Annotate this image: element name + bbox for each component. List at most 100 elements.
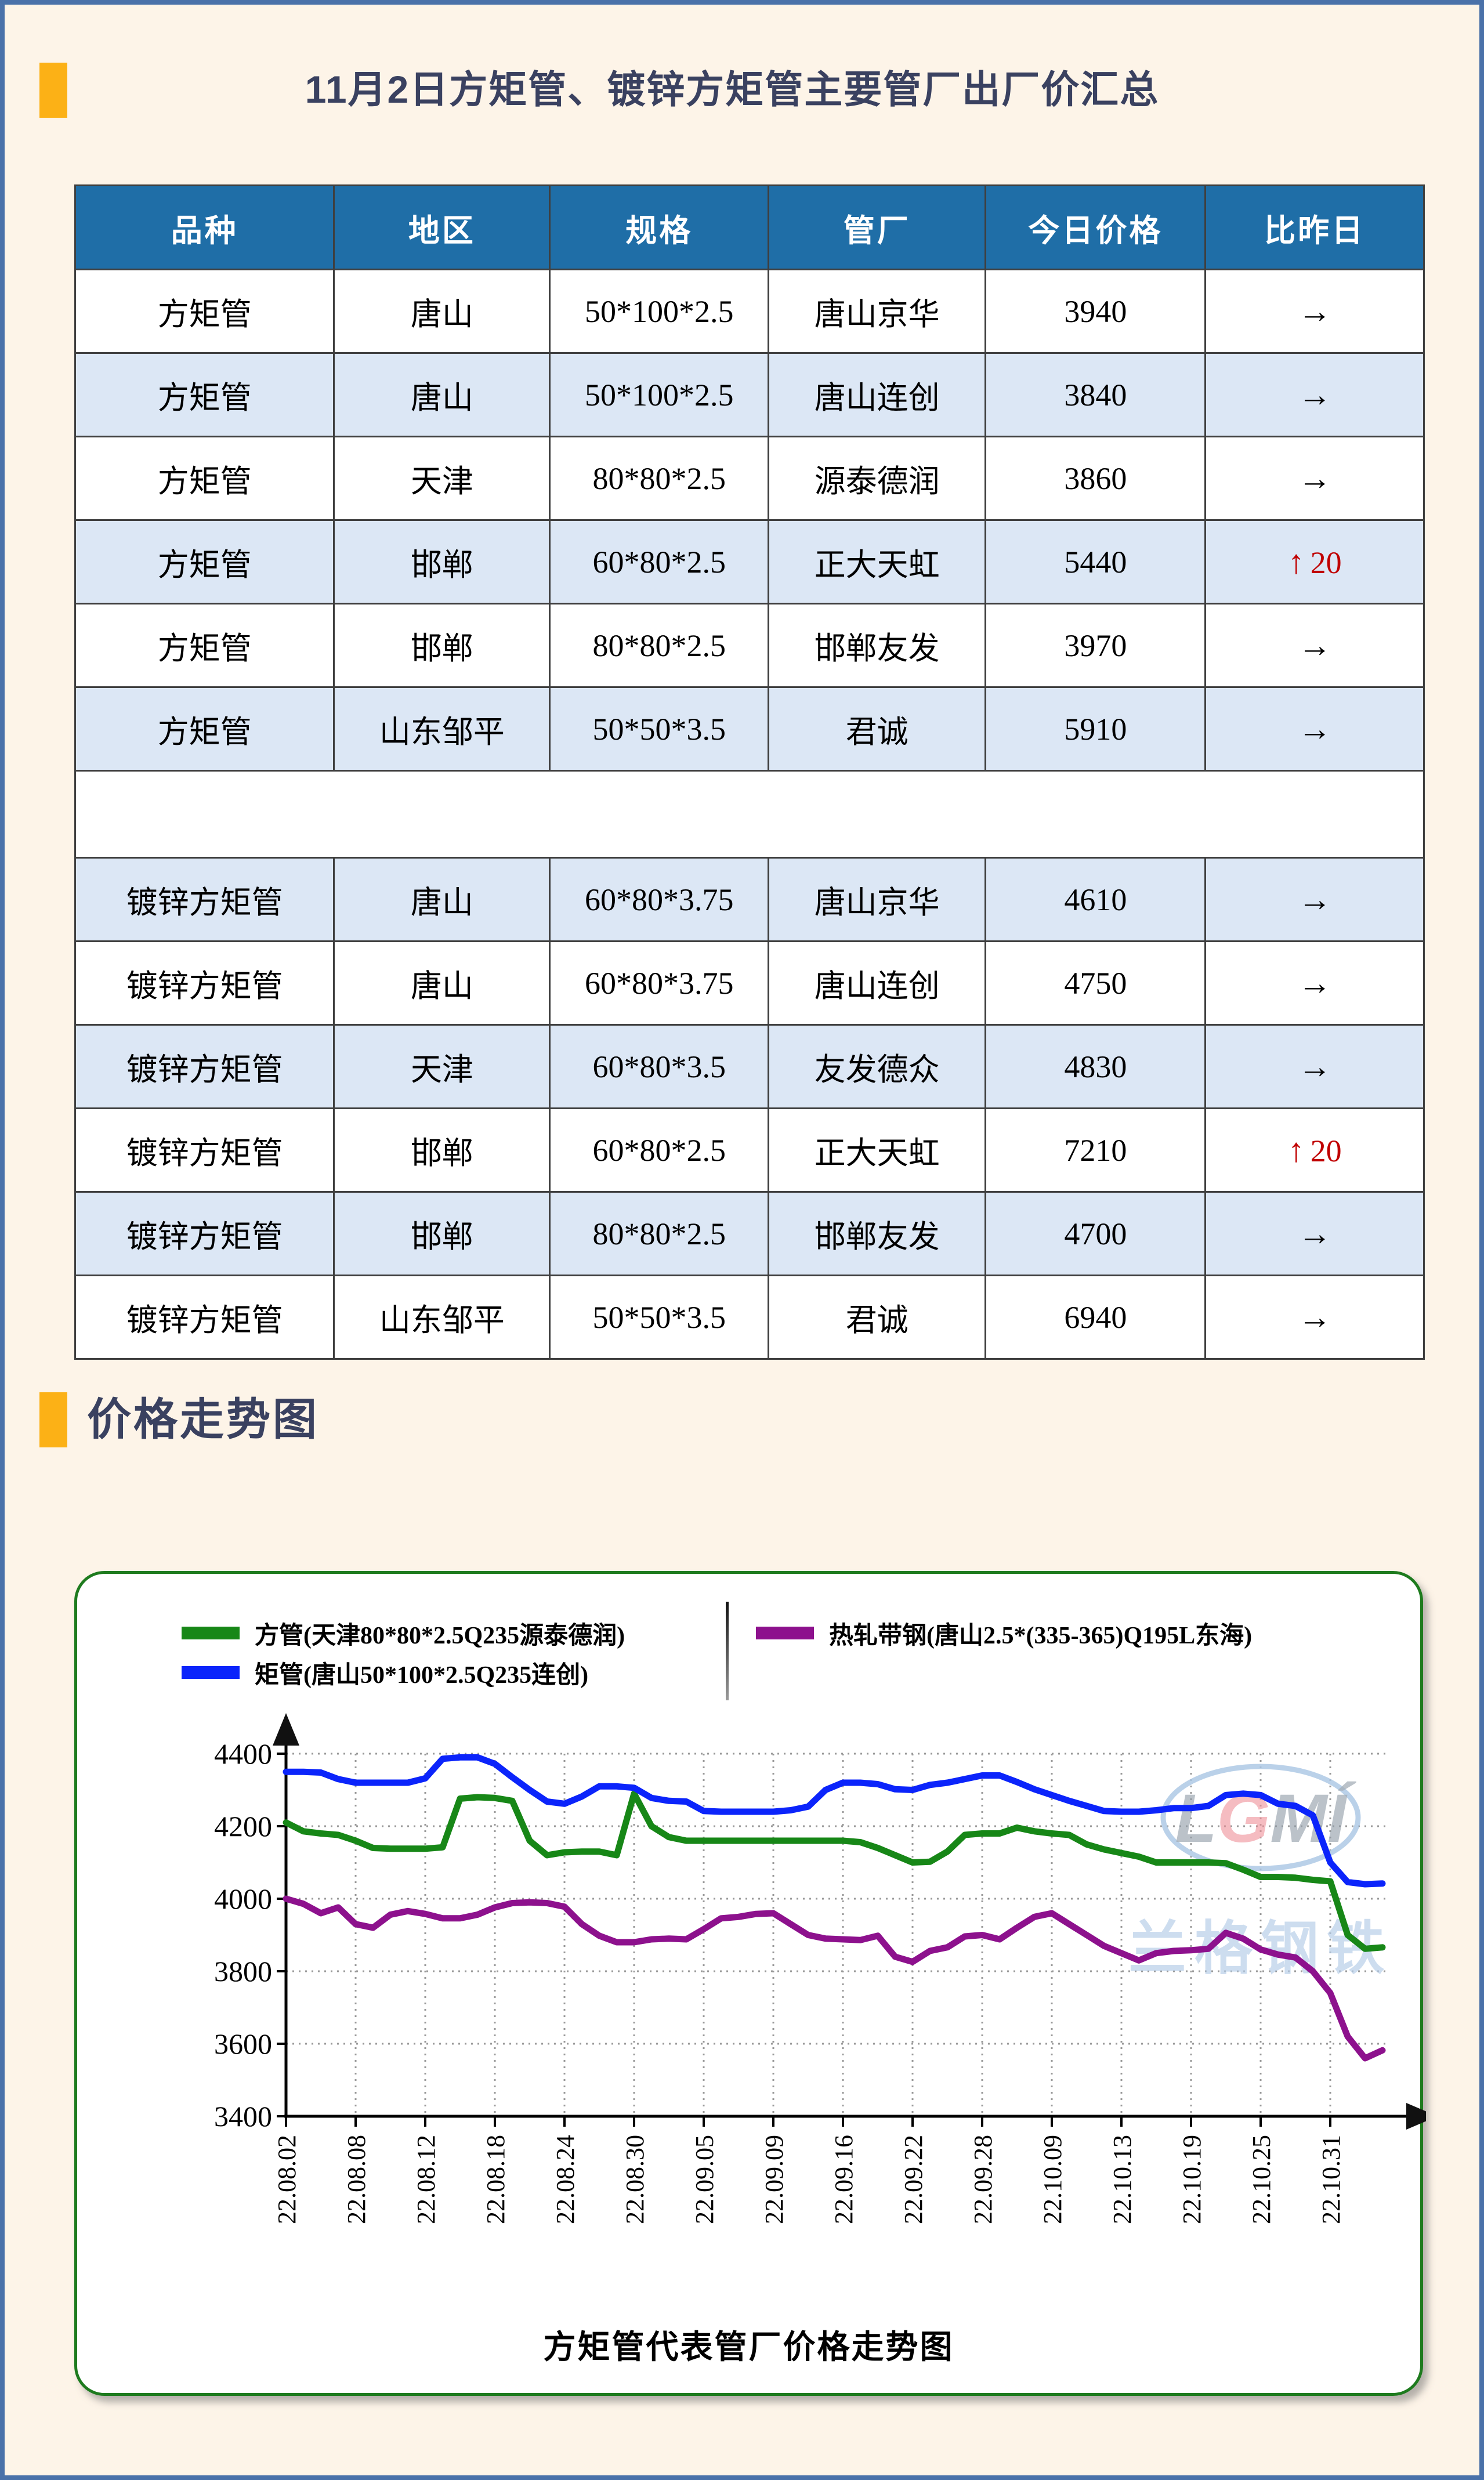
cell-variety: 镀锌方矩管: [74, 1024, 335, 1109]
cell-factory: 唐山连创: [768, 352, 987, 437]
table-row: 镀锌方矩管 邯郸 80*80*2.5 邯郸友发 4700 →: [74, 1191, 1425, 1276]
flat-arrow-icon: →: [1298, 1298, 1332, 1336]
svg-text:3800: 3800: [214, 1955, 272, 1987]
table-row: 方矩管 唐山 50*100*2.5 唐山京华 3940 →: [74, 269, 1425, 354]
cell-price: 4750: [984, 940, 1207, 1026]
svg-text:22.08.24: 22.08.24: [551, 2135, 580, 2224]
table-row: 镀锌方矩管 天津 60*80*3.5 友发德众 4830 →: [74, 1024, 1425, 1109]
table-row: 镀锌方矩管 邯郸 60*80*2.5 正大天虹 7210 ↑ 20: [74, 1107, 1425, 1193]
cell-change: ↑ 20: [1204, 1107, 1425, 1193]
cell-factory: 正大天虹: [768, 519, 987, 604]
cell-change: →: [1204, 269, 1425, 354]
cell-region: 唐山: [333, 857, 551, 942]
svg-text:4200: 4200: [214, 1810, 272, 1842]
cell-region: 唐山: [333, 269, 551, 354]
svg-text:22.10.13: 22.10.13: [1108, 2135, 1136, 2224]
cell-factory: 君诚: [768, 1275, 987, 1360]
column-header-0: 品种: [74, 184, 335, 270]
column-header-1: 地区: [333, 184, 551, 270]
cell-price: 3940: [984, 269, 1207, 354]
cell-factory: 邯郸友发: [768, 1191, 987, 1276]
cell-variety: 镀锌方矩管: [74, 1275, 335, 1360]
legend-label-fangguan: 方管(天津80*80*2.5Q235源泰德润): [255, 1622, 625, 1649]
cell-change: →: [1204, 686, 1425, 772]
svg-text:22.10.09: 22.10.09: [1038, 2135, 1067, 2224]
column-header-3: 管厂: [768, 184, 987, 270]
cell-region: 唐山: [333, 940, 551, 1026]
cell-spec: 80*80*2.5: [549, 1191, 770, 1276]
cell-change: ↑ 20: [1204, 519, 1425, 604]
cell-change: →: [1204, 857, 1425, 942]
table-row: 方矩管 邯郸 60*80*2.5 正大天虹 5440 ↑ 20: [74, 519, 1425, 604]
cell-change: →: [1204, 352, 1425, 437]
svg-text:3600: 3600: [214, 2028, 272, 2060]
legend-swatch-green: [182, 1627, 240, 1639]
cell-variety: 镀锌方矩管: [74, 857, 335, 942]
svg-text:22.08.08: 22.08.08: [342, 2135, 371, 2224]
cell-change: →: [1204, 603, 1425, 688]
column-header-5: 比昨日: [1204, 184, 1425, 270]
cell-price: 3970: [984, 603, 1207, 688]
cell-variety: 镀锌方矩管: [74, 1191, 335, 1276]
cell-price: 7210: [984, 1107, 1207, 1193]
cell-factory: 君诚: [768, 686, 987, 772]
svg-text:LGMÍ: LGMÍ: [1175, 1780, 1357, 1857]
cell-spec: 60*80*3.75: [549, 940, 770, 1026]
chart-title: 方矩管代表管厂价格走势图: [543, 2329, 954, 2365]
cell-factory: 唐山京华: [768, 269, 987, 354]
price-table: 品种 地区 规格 管厂 今日价格 比昨日 方矩管 唐山 50*100*2.5 唐山京华 3940 →…: [74, 184, 1425, 1360]
legend-swatch-blue: [182, 1666, 240, 1679]
svg-text:3400: 3400: [214, 2100, 272, 2133]
legend-label-juguan: 矩管(唐山50*100*2.5Q235连创): [255, 1661, 589, 1689]
cell-variety: 方矩管: [74, 352, 335, 437]
cell-variety: 方矩管: [74, 686, 335, 772]
flat-arrow-icon: →: [1298, 459, 1332, 497]
table-header-row: 品种 地区 规格 管厂 今日价格 比昨日: [74, 184, 1425, 270]
cell-factory: 邯郸友发: [768, 603, 987, 688]
trend-section-title: 价格走势图: [87, 1395, 319, 1444]
column-header-2: 规格: [549, 184, 770, 270]
cell-spec: 50*100*2.5: [549, 352, 770, 437]
up-arrow-icon: ↑: [1287, 543, 1305, 581]
cell-region: 邯郸: [333, 1107, 551, 1193]
cell-price: 5910: [984, 686, 1207, 772]
cell-price: 6940: [984, 1275, 1207, 1360]
cell-spec: 60*80*3.5: [549, 1024, 770, 1109]
trend-accent-square: [39, 1392, 67, 1447]
cell-price: 3840: [984, 352, 1207, 437]
cell-variety: 镀锌方矩管: [74, 940, 335, 1026]
trend-line-chart: LGMÍ 兰格钢铁 3400 3600 3800 4000 4200 4400 22.08.…: [77, 1707, 1438, 2305]
cell-variety: 方矩管: [74, 603, 335, 688]
flat-arrow-icon: →: [1298, 627, 1332, 664]
cell-change: →: [1204, 1191, 1425, 1276]
price-table-wrap: 品种 地区 规格 管厂 今日价格 比昨日 方矩管 唐山 50*100*2.5 唐山京华 3940 →…: [74, 184, 1425, 1360]
flat-arrow-icon: →: [1298, 881, 1332, 918]
cell-price: 5440: [984, 519, 1207, 604]
svg-text:22.09.16: 22.09.16: [830, 2135, 858, 2224]
legend-label-rezhadaigang: 热轧带钢(唐山2.5*(335-365)Q195L东海): [829, 1622, 1253, 1649]
table-row: 镀锌方矩管 山东邹平 50*50*3.5 君诚 6940 →: [74, 1275, 1425, 1360]
svg-text:22.08.02: 22.08.02: [273, 2135, 301, 2224]
flat-arrow-icon: →: [1298, 376, 1332, 414]
separator-cell: [74, 770, 1425, 859]
cell-spec: 80*80*2.5: [549, 436, 770, 521]
legend-item-juguan: 矩管(唐山50*100*2.5Q235连创): [182, 1655, 588, 1690]
svg-text:22.09.28: 22.09.28: [969, 2135, 997, 2224]
legend-item-fangguan: 方管(天津80*80*2.5Q235源泰德润): [182, 1616, 625, 1650]
cell-region: 天津: [333, 1024, 551, 1109]
cell-price: 4700: [984, 1191, 1207, 1276]
svg-text:22.09.09: 22.09.09: [760, 2135, 788, 2224]
cell-change: →: [1204, 1024, 1425, 1109]
cell-spec: 50*100*2.5: [549, 269, 770, 354]
cell-change: →: [1204, 436, 1425, 521]
svg-text:22.10.31: 22.10.31: [1317, 2135, 1345, 2224]
table-row: 镀锌方矩管 唐山 60*80*3.75 唐山连创 4750 →: [74, 940, 1425, 1026]
svg-text:22.08.18: 22.08.18: [482, 2135, 510, 2224]
cell-spec: 60*80*2.5: [549, 519, 770, 604]
cell-change: →: [1204, 940, 1425, 1026]
flat-arrow-icon: →: [1298, 1215, 1332, 1252]
svg-text:22.10.19: 22.10.19: [1178, 2135, 1206, 2224]
legend-divider: [726, 1602, 729, 1700]
cell-spec: 50*50*3.5: [549, 686, 770, 772]
cell-spec: 50*50*3.5: [549, 1275, 770, 1360]
